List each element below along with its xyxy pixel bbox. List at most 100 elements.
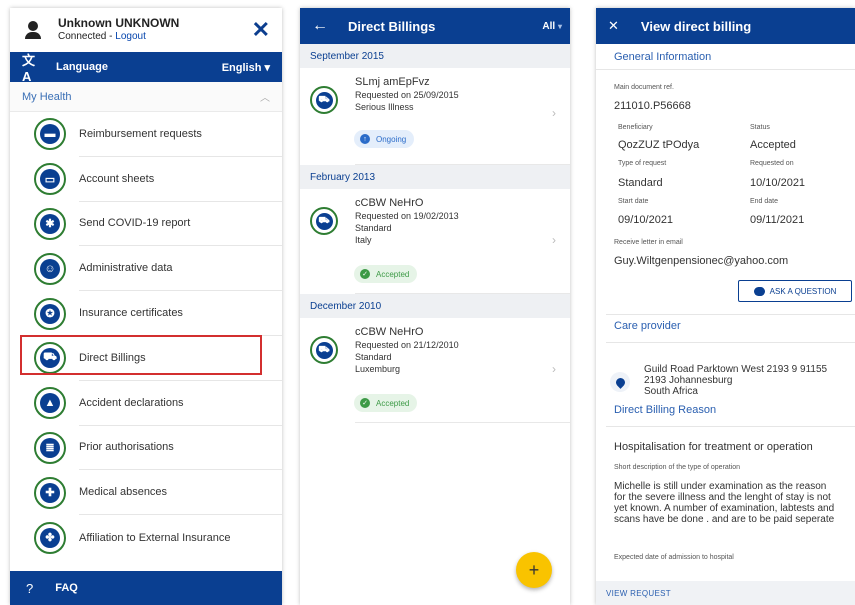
user-name: Unknown UNKNOWN <box>58 16 180 30</box>
connected-text: Connected - <box>58 31 116 42</box>
status-label: Status <box>750 124 770 131</box>
menu-item-label: Account sheets <box>79 157 282 202</box>
billing-list-item[interactable]: ⛟ cCBW NeHrO Requested on 19/02/2013 Sta… <box>300 189 570 293</box>
billing-line: Requested on 21/12/2010 <box>355 340 459 350</box>
menu-item-label: Prior authorisations <box>79 426 282 471</box>
language-value[interactable]: English ▾ <box>222 61 270 74</box>
translate-icon: 文A <box>22 53 36 84</box>
chevron-right-icon: › <box>552 233 556 247</box>
group-header: December 2010 <box>300 294 570 318</box>
menu-item-label: Send COVID-19 report <box>79 202 282 247</box>
menu-item-label: Administrative data <box>79 246 282 292</box>
menu-item-administrative-data[interactable]: ☺ Administrative data <box>10 246 282 292</box>
menu-item-medical-absences[interactable]: ✚ Medical absences <box>10 470 282 516</box>
requested-label: Requested on <box>750 160 794 167</box>
menu-item-label: Medical absences <box>79 470 282 516</box>
warning-icon: ▲ <box>34 387 66 420</box>
provider-address: Guild Road Parktown West 2193 9 91155 21… <box>644 364 828 397</box>
menu-item-direct-billings[interactable]: ⛟ Direct Billings <box>10 334 282 381</box>
chevron-up-icon: ︿ <box>260 93 270 104</box>
connection-status: Connected - Logout <box>58 30 252 43</box>
faq-link[interactable]: ? FAQ <box>10 571 282 605</box>
language-selector[interactable]: 文A Language English ▾ <box>10 52 282 84</box>
billing-line: Serious Illness <box>355 102 414 112</box>
billing-list-item[interactable]: ⛟ cCBW NeHrO Requested on 21/12/2010 Sta… <box>300 318 570 422</box>
billing-list-panel: ← Direct Billings All ▾ September 2015 ⛟… <box>300 8 570 605</box>
beneficiary-value: QozZUZ tPOdya <box>618 139 700 151</box>
billing-detail-panel: ✕ View direct billing General Informatio… <box>596 8 855 605</box>
ambulance-icon: ⛟ <box>34 342 66 375</box>
menu-panel: Unknown UNKNOWN Connected - Logout ✕ 文A … <box>10 8 282 605</box>
type-value: Standard <box>618 177 663 189</box>
info-icon: ↑ <box>360 134 370 144</box>
menu-list: ▬ Reimbursement requests ▭ Account sheet… <box>10 112 282 560</box>
card-icon: ▭ <box>34 163 66 196</box>
billing-name: cCBW NeHrO <box>355 326 424 338</box>
billing-list-item[interactable]: ⛟ SLmj amEpFvz Requested on 25/09/2015 S… <box>300 68 570 164</box>
wallet-icon: ▬ <box>34 118 66 151</box>
ask-question-button[interactable]: ASK A QUESTION <box>738 280 852 302</box>
menu-item-label: Affiliation to External Insurance <box>79 531 231 544</box>
virus-icon: ✱ <box>34 207 66 240</box>
short-desc-label: Short description of the type of operati… <box>614 464 741 471</box>
billing-line: Standard <box>355 223 392 233</box>
end-date-label: End date <box>750 198 779 205</box>
status-badge: ✓ Accepted <box>354 265 418 283</box>
billing-line: Requested on 19/02/2013 <box>355 211 459 221</box>
billing-line: Italy <box>355 235 372 245</box>
location-pin-icon <box>610 372 630 392</box>
menu-item-accident-declarations[interactable]: ▲ Accident declarations <box>10 381 282 426</box>
ambulance-icon: ⛟ <box>310 207 338 235</box>
faq-label: FAQ <box>55 582 78 594</box>
beneficiary-label: Beneficiary <box>618 124 653 131</box>
add-button[interactable]: + <box>516 552 552 588</box>
menu-item-reimbursement-requests[interactable]: ▬ Reimbursement requests <box>10 112 282 157</box>
billing-name: cCBW NeHrO <box>355 197 424 209</box>
chevron-right-icon: › <box>552 106 556 120</box>
view-request-button[interactable]: VIEW REQUEST <box>596 581 855 605</box>
end-date-value: 09/11/2021 <box>750 214 805 226</box>
logout-link[interactable]: Logout <box>115 31 146 42</box>
main-doc-label: Main document ref. <box>614 84 674 91</box>
start-date-label: Start date <box>618 198 649 205</box>
detail-header: ✕ View direct billing <box>596 8 855 44</box>
back-arrow-icon[interactable]: ← <box>312 17 328 35</box>
status-value: Accepted <box>750 139 796 151</box>
ambulance-icon: ⛟ <box>310 86 338 114</box>
close-icon[interactable]: ✕ <box>252 19 270 41</box>
close-icon[interactable]: ✕ <box>608 18 619 34</box>
start-date-value: 09/10/2021 <box>618 214 674 226</box>
short-desc-value: Michelle is still under examination as t… <box>614 481 835 525</box>
my-health-section[interactable]: My Health ︿ <box>10 82 282 112</box>
admission-label: Expected date of admission to hospital <box>614 554 734 561</box>
filter-dropdown[interactable]: All ▾ <box>542 21 562 32</box>
menu-item-label: Insurance certificates <box>79 291 282 336</box>
email-label: Receive letter in email <box>614 239 683 246</box>
page-title: View direct billing <box>640 18 752 34</box>
user-icon <box>24 20 42 40</box>
menu-item-label: Accident declarations <box>79 381 282 426</box>
status-badge: ✓ Accepted <box>354 394 418 412</box>
menu-item-insurance-certificates[interactable]: ✪ Insurance certificates <box>10 291 282 336</box>
billing-line: Standard <box>355 352 392 362</box>
page-title: Direct Billings <box>348 18 436 34</box>
menu-item-prior-authorisations[interactable]: ≣ Prior authorisations <box>10 426 282 471</box>
medkit-icon: ✚ <box>34 476 66 509</box>
puzzle-icon: ✤ <box>34 521 66 554</box>
menu-item-send-covid-report[interactable]: ✱ Send COVID-19 report <box>10 202 282 247</box>
ambulance-icon: ⛟ <box>310 336 338 364</box>
chat-bubble-icon <box>753 286 765 296</box>
billing-line: Luxemburg <box>355 364 401 374</box>
certificate-icon: ✪ <box>34 297 66 330</box>
menu-item-affiliation-external-insurance[interactable]: ✤ Affiliation to External Insurance <box>10 515 282 560</box>
care-provider-heading: Care provider <box>614 320 681 332</box>
menu-item-account-sheets[interactable]: ▭ Account sheets <box>10 157 282 202</box>
user-bar: Unknown UNKNOWN Connected - Logout ✕ <box>10 8 282 52</box>
menu-item-label: Reimbursement requests <box>79 112 282 157</box>
menu-item-label: Direct Billings <box>79 336 282 381</box>
email-value: Guy.Wiltgenpensionec@yahoo.com <box>614 255 789 267</box>
check-icon: ✓ <box>360 269 370 279</box>
check-icon: ✓ <box>360 398 370 408</box>
general-information-heading: General Information <box>596 44 855 70</box>
id-icon: ☺ <box>34 252 66 285</box>
